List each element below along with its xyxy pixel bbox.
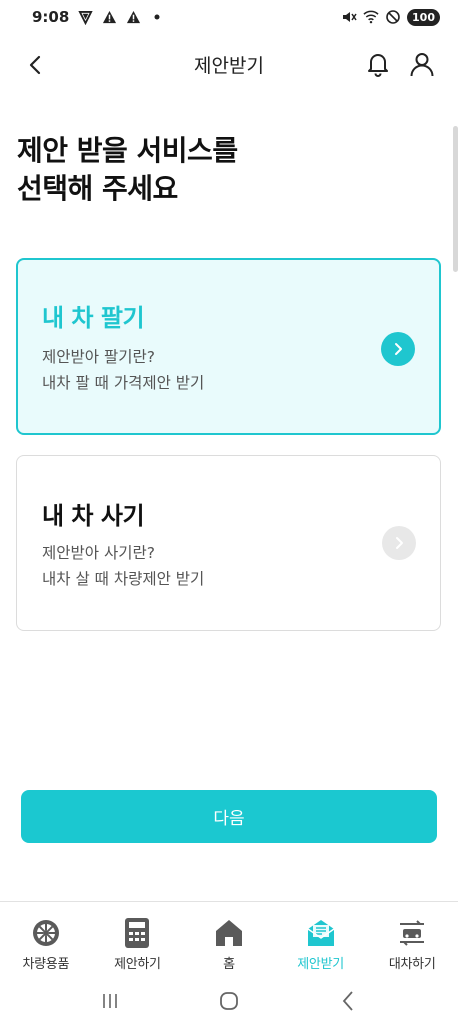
card-desc-line-1: 제안받아 사기란?	[42, 544, 155, 562]
warning-icon	[125, 9, 141, 25]
chevron-right-icon	[395, 343, 402, 355]
scroll-indicator[interactable]	[453, 126, 458, 272]
card-arrow-button[interactable]	[382, 526, 416, 560]
home-icon	[212, 916, 246, 950]
chevron-left-icon	[29, 55, 41, 75]
nav-item-propose[interactable]: 제안하기	[92, 902, 184, 978]
envelope-icon	[304, 916, 338, 950]
status-bar: 9:08 100	[0, 0, 458, 34]
notification-button[interactable]	[364, 50, 392, 78]
status-right: 100	[341, 8, 440, 26]
battery-indicator: 100	[407, 8, 440, 26]
nav-label: 제안받기	[297, 957, 344, 972]
home-system-button[interactable]	[214, 986, 244, 1016]
tire-icon	[29, 916, 63, 950]
chevron-left-icon	[343, 991, 353, 1011]
nav-label: 대차하기	[388, 957, 436, 972]
nav-item-receive-proposal[interactable]: 제안받기	[275, 902, 367, 978]
wifi-icon	[363, 9, 379, 25]
car-swap-icon	[395, 916, 429, 950]
card-description: 제안받아 팔기란? 내차 팔 때 가격제안 받기	[42, 344, 204, 396]
vpn-shield-icon	[77, 9, 93, 25]
heading-line-1: 제안 받을 서비스를	[17, 134, 238, 167]
status-time: 9:08	[32, 8, 70, 26]
recent-apps-button[interactable]	[95, 986, 125, 1016]
nav-label: 차량용품	[22, 957, 70, 972]
card-desc-line-2: 내차 살 때 차량제안 받기	[42, 570, 205, 588]
do-not-disturb-icon	[385, 9, 401, 25]
nav-item-car-swap[interactable]: 대차하기	[366, 902, 458, 978]
bottom-nav: 차량용품 제안하기 홈 제안받기 대차하기	[0, 902, 458, 978]
card-description: 제안받아 사기란? 내차 살 때 차량제안 받기	[42, 540, 204, 592]
card-title: 내 차 사기	[42, 502, 145, 530]
nav-item-home[interactable]: 홈	[183, 902, 275, 978]
card-arrow-button[interactable]	[381, 332, 415, 366]
profile-button[interactable]	[408, 50, 436, 78]
nav-item-car-accessories[interactable]: 차량용품	[0, 902, 92, 978]
chevron-right-icon	[396, 537, 403, 549]
recent-apps-icon	[102, 994, 117, 1008]
home-circle-icon	[220, 992, 238, 1010]
calculator-icon	[120, 916, 154, 950]
nav-label: 제안하기	[114, 957, 161, 972]
sell-car-card[interactable]: 내 차 팔기 제안받아 팔기란? 내차 팔 때 가격제안 받기	[16, 258, 441, 435]
dot-icon	[149, 9, 165, 25]
buy-car-card[interactable]: 내 차 사기 제안받아 사기란? 내차 살 때 차량제안 받기	[16, 455, 441, 631]
mute-icon	[341, 9, 357, 25]
next-button[interactable]: 다음	[21, 790, 437, 843]
heading-line-2: 선택해 주세요	[17, 172, 178, 205]
back-system-button[interactable]	[333, 986, 363, 1016]
status-left: 9:08	[32, 8, 165, 26]
system-nav-bar	[0, 978, 458, 1024]
back-button[interactable]	[22, 52, 48, 78]
user-icon	[410, 53, 434, 77]
card-title: 내 차 팔기	[42, 304, 145, 332]
card-desc-line-2: 내차 팔 때 가격제안 받기	[42, 374, 205, 392]
bell-icon	[368, 54, 388, 77]
page-heading: 제안 받을 서비스를 선택해 주세요	[17, 132, 238, 208]
app-header: 제안받기	[0, 34, 458, 94]
card-desc-line-1: 제안받아 팔기란?	[42, 348, 155, 366]
nav-label: 홈	[223, 957, 235, 972]
warning-icon	[101, 9, 117, 25]
